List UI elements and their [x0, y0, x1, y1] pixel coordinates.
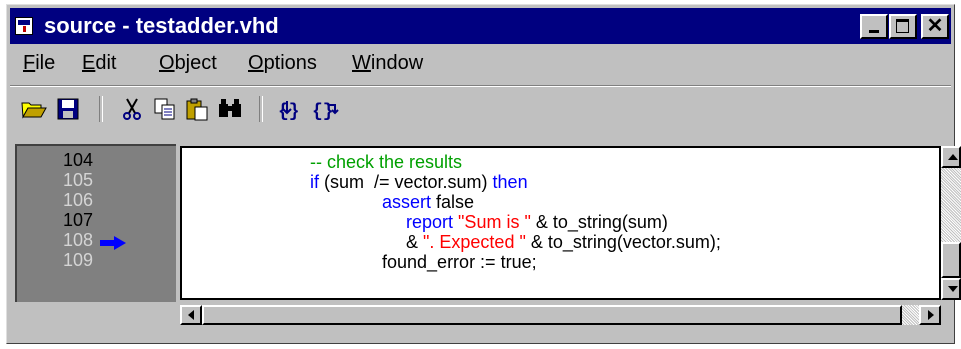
scroll-up-button[interactable] [941, 146, 961, 168]
scroll-right-button[interactable] [919, 305, 941, 325]
copy-icon[interactable] [150, 94, 180, 124]
scroll-down-button[interactable] [941, 278, 961, 300]
menu-object[interactable]: Object [159, 52, 217, 75]
code-text: & to_string(sum) [530, 212, 668, 232]
keyword: if [310, 172, 319, 192]
vertical-scroll-thumb[interactable] [941, 242, 961, 278]
code-line-106: assert false [382, 192, 474, 213]
line-number: 104 [63, 150, 94, 170]
string-literal: "Sum is " [458, 212, 531, 232]
left-arrow-icon [188, 310, 194, 320]
minimize-button[interactable] [860, 14, 888, 39]
title-bar[interactable]: source - testadder.vhd ✕ [10, 8, 951, 44]
code-line-109: found_error := true; [382, 252, 537, 272]
code-text: & to_string(vector.sum); [525, 232, 721, 252]
code-pane[interactable]: -- check the results if (sum /= vector.s… [180, 146, 941, 300]
toolbar: {} {} [10, 85, 951, 130]
horizontal-scrollbar[interactable] [180, 303, 941, 327]
code-line-105: if (sum /= vector.sum) then [310, 172, 528, 193]
scroll-left-button[interactable] [180, 305, 202, 325]
find-binoculars-icon[interactable] [215, 94, 245, 124]
window-title: source - testadder.vhd [44, 13, 279, 38]
menu-edit[interactable]: Edit [82, 52, 116, 75]
toolbar-separator [99, 96, 103, 122]
code-text: (sum /= vector.sum) [319, 172, 493, 192]
maximize-button[interactable] [889, 14, 917, 39]
line-number: 109 [63, 250, 94, 270]
line-number: 107 [63, 210, 94, 230]
app-icon[interactable] [15, 17, 33, 35]
source-window: source - testadder.vhd ✕ File Edit Objec… [6, 4, 961, 344]
up-arrow-icon [948, 154, 958, 160]
paste-clipboard-icon[interactable] [182, 94, 212, 124]
line-number: 105 [63, 170, 94, 190]
menu-file[interactable]: File [23, 52, 55, 75]
menu-options[interactable]: Options [248, 52, 317, 75]
code-line-108: & ". Expected " & to_string(vector.sum); [406, 232, 721, 253]
string-literal: ". Expected " [423, 232, 526, 252]
code-line-107: report "Sum is " & to_string(sum) [406, 212, 668, 233]
code-line-104: -- check the results [310, 152, 463, 172]
menu-window[interactable]: Window [352, 52, 423, 75]
code-text: & [406, 232, 424, 252]
code-text: false [431, 192, 475, 212]
toolbar-separator [259, 96, 263, 122]
save-disk-icon[interactable] [53, 94, 83, 124]
line-number: 106 [63, 190, 94, 210]
open-folder-icon[interactable] [19, 94, 49, 124]
step-over-icon[interactable]: {} [310, 94, 340, 124]
menu-bar: File Edit Object Options Window [10, 47, 951, 81]
cut-scissors-icon[interactable] [117, 94, 147, 124]
keyword: report [406, 212, 454, 232]
line-number-gutter[interactable]: 104 105 106 107 108 109 [15, 144, 176, 302]
step-into-icon[interactable]: {} [276, 94, 306, 124]
keyword: then [492, 172, 528, 192]
close-icon: ✕ [926, 15, 944, 37]
close-button[interactable]: ✕ [921, 14, 949, 39]
horizontal-scroll-thumb[interactable] [202, 305, 902, 325]
arrow-right-icon [100, 236, 126, 250]
down-arrow-icon [948, 286, 958, 292]
right-arrow-icon [928, 310, 934, 320]
keyword: assert [382, 192, 432, 212]
vertical-scrollbar[interactable] [941, 146, 961, 300]
source-editor: 104 105 106 107 108 109 -- check the res… [11, 144, 961, 334]
